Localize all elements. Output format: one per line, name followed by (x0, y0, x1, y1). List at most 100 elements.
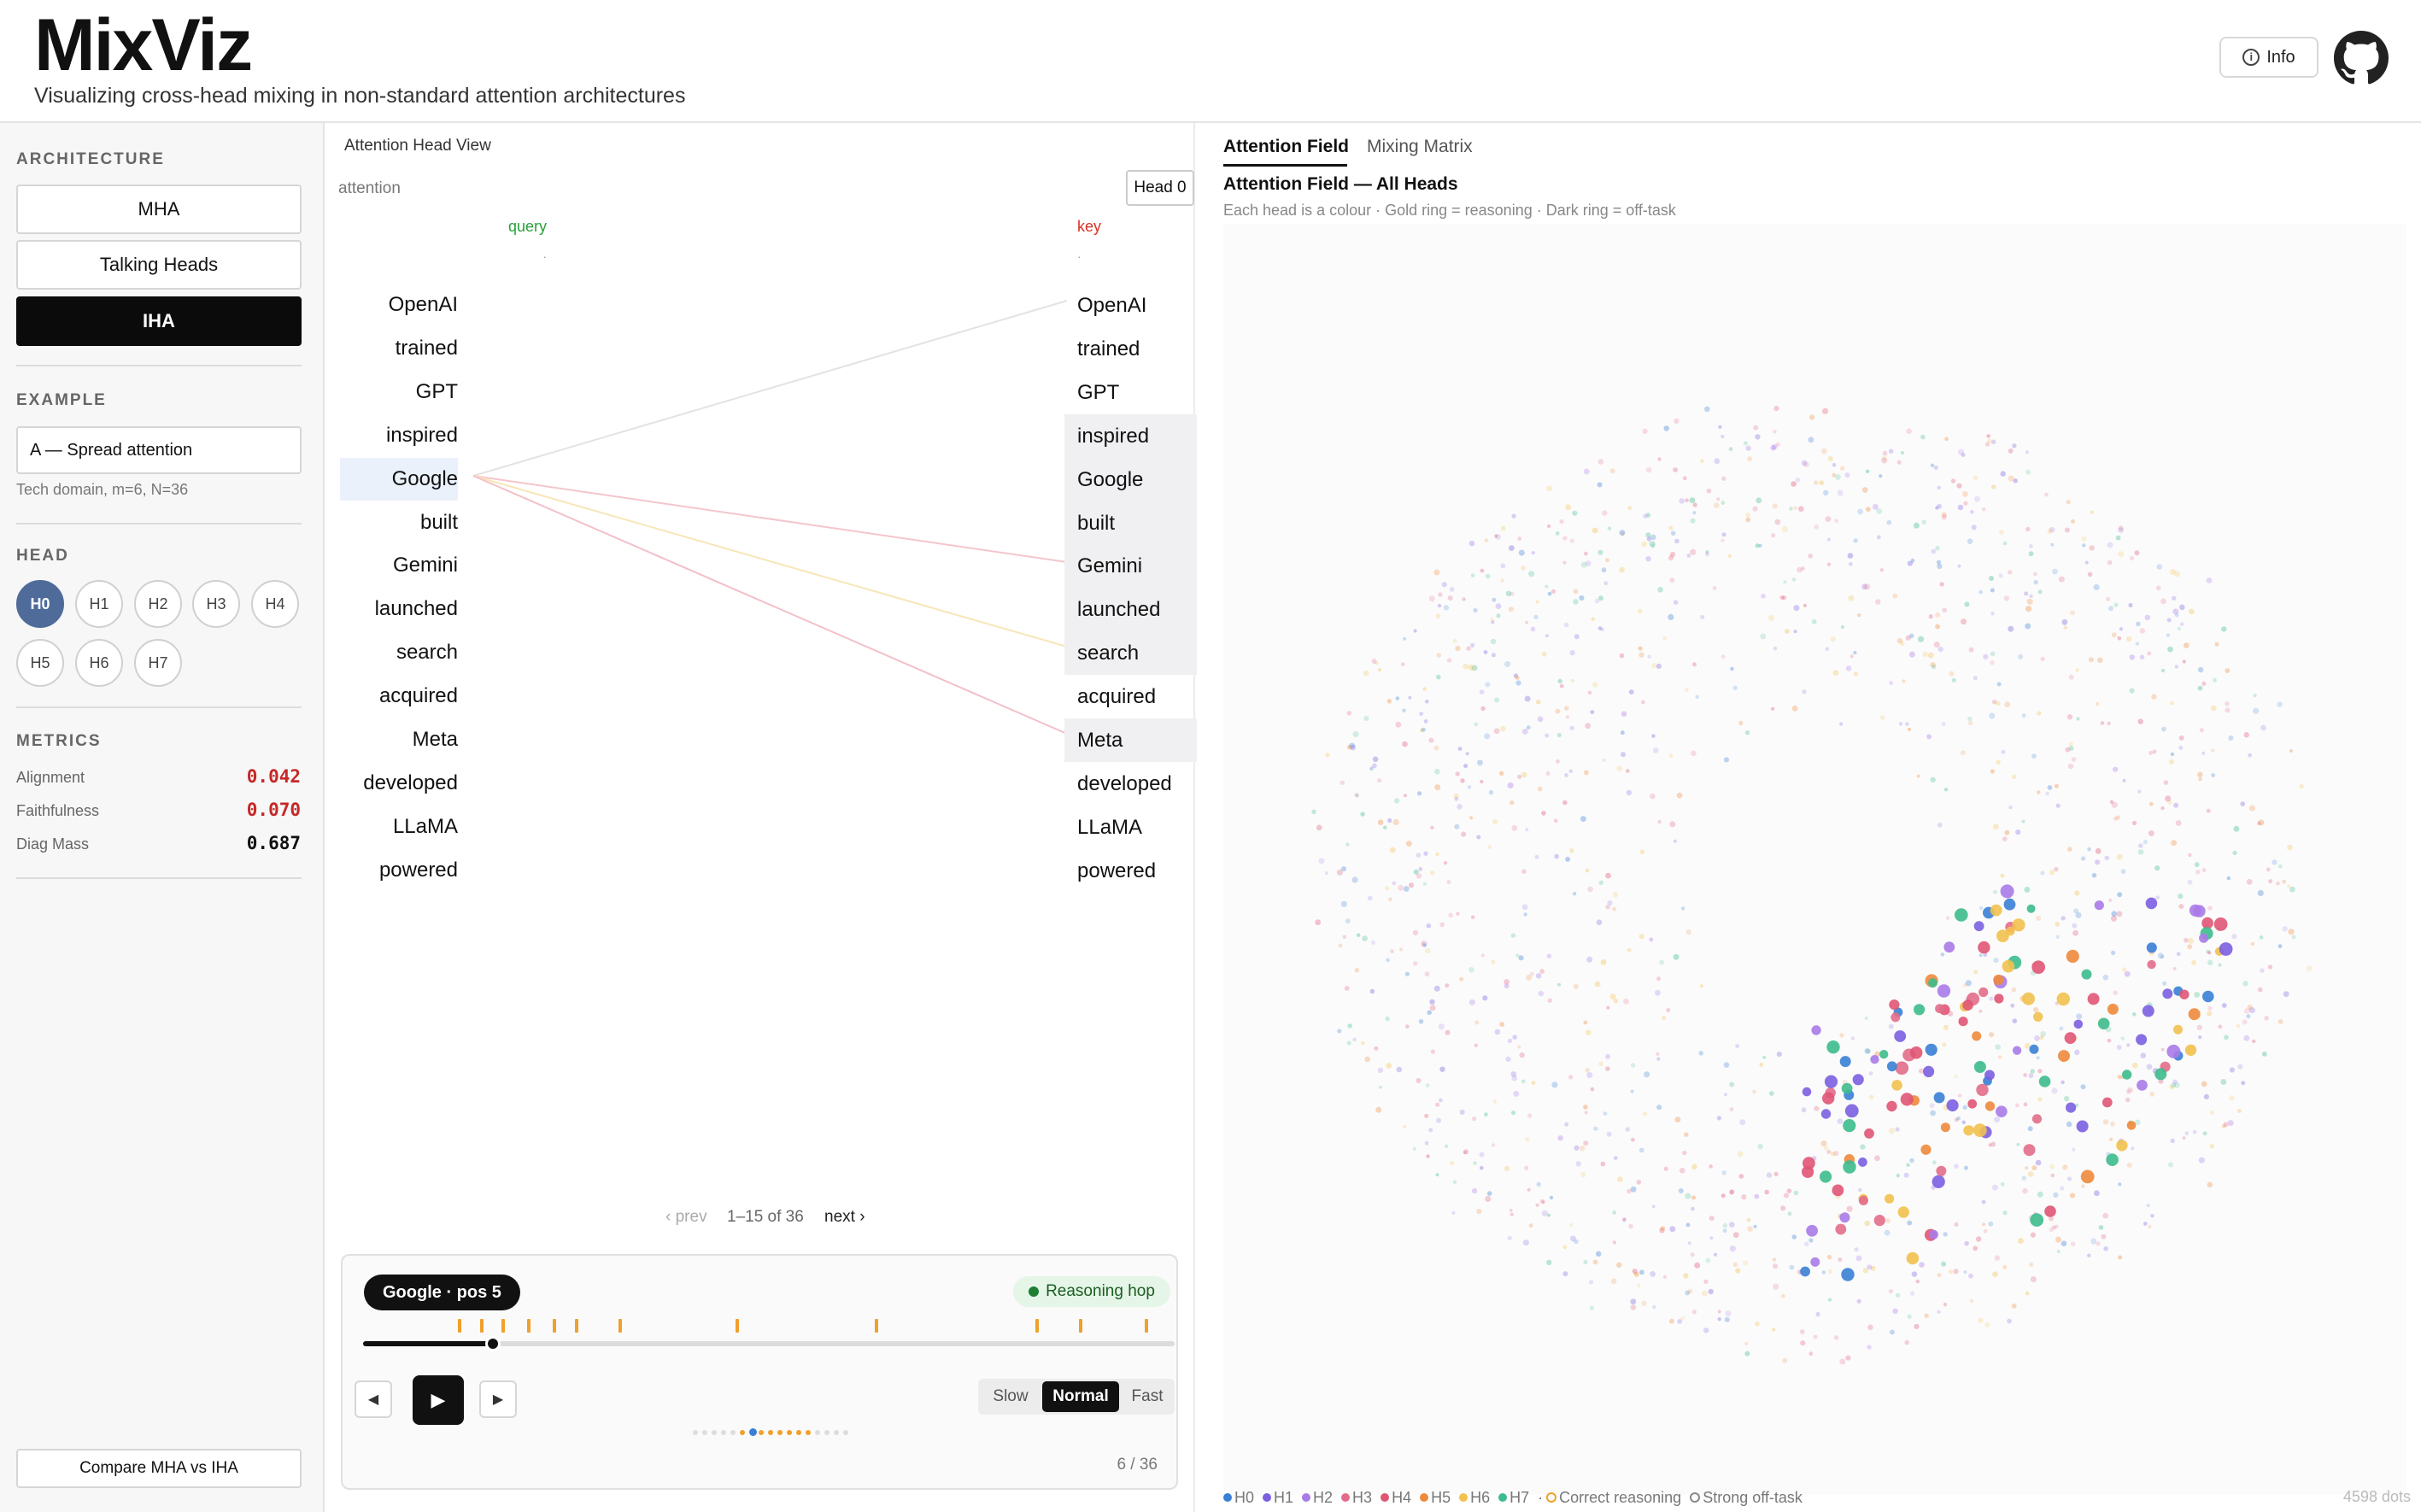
github-icon[interactable] (2334, 31, 2389, 85)
head-button-h6[interactable]: H6 (75, 639, 123, 687)
step-dot[interactable] (843, 1430, 848, 1435)
arch-button-talking-heads[interactable]: Talking Heads (16, 240, 302, 290)
example-section-label: EXAMPLE (16, 391, 107, 409)
field-dot-highlighted (1858, 1157, 1867, 1167)
query-token[interactable]: trained (340, 327, 458, 370)
key-token[interactable]: OpenAI (1064, 284, 1197, 327)
key-token[interactable]: powered (1064, 849, 1197, 893)
query-token[interactable]: launched (340, 588, 458, 630)
speed-slow[interactable]: Slow (981, 1381, 1041, 1412)
head-button-h1[interactable]: H1 (75, 580, 123, 628)
query-token[interactable]: powered (340, 849, 458, 892)
query-token[interactable]: Gemini (340, 544, 458, 587)
field-dot (1425, 700, 1429, 704)
step-dot[interactable] (749, 1428, 757, 1436)
head-button-h7[interactable]: H7 (134, 639, 182, 687)
field-dot (1830, 636, 1836, 642)
step-dot[interactable] (730, 1430, 736, 1435)
query-token[interactable]: built (340, 501, 458, 544)
arch-button-iha[interactable]: IHA (16, 296, 302, 346)
field-dot (1379, 1085, 1383, 1089)
key-token[interactable]: Google (1064, 458, 1197, 501)
field-dot (2178, 904, 2184, 910)
tab-attention-field[interactable]: Attention Field (1223, 137, 1349, 157)
field-dot-highlighted (1870, 1055, 1879, 1064)
field-dot (2013, 478, 2018, 483)
pager-next[interactable]: next › (824, 1208, 865, 1227)
field-dot (1605, 872, 1611, 879)
compare-button[interactable]: Compare MHA vs IHA (16, 1449, 302, 1488)
step-dot[interactable] (777, 1430, 783, 1435)
key-token[interactable]: Meta (1064, 718, 1197, 762)
info-button[interactable]: i Info (2219, 37, 2318, 78)
query-token[interactable]: developed (340, 762, 458, 805)
head-button-h2[interactable]: H2 (134, 580, 182, 628)
step-dot[interactable] (796, 1430, 801, 1435)
example-select[interactable]: A — Spread attention (16, 426, 302, 474)
key-token[interactable]: developed (1064, 762, 1197, 806)
attention-field-canvas[interactable] (1223, 224, 2406, 1495)
metric-name-alignment: Alignment (16, 769, 85, 786)
field-dot (2166, 618, 2172, 623)
key-token[interactable]: search (1064, 631, 1197, 675)
step-dot[interactable] (824, 1430, 829, 1435)
speed-fast[interactable]: Fast (1121, 1381, 1174, 1412)
head-button-h4[interactable]: H4 (251, 580, 299, 628)
key-token[interactable]: built (1064, 501, 1197, 545)
query-token[interactable]: LLaMA (340, 806, 458, 848)
query-token[interactable]: Google (340, 458, 458, 501)
field-dot (2257, 889, 2264, 896)
step-dot[interactable] (702, 1430, 707, 1435)
query-token[interactable]: Meta (340, 718, 458, 761)
key-token[interactable]: GPT (1064, 371, 1197, 414)
step-back-button[interactable]: ◀ (355, 1380, 392, 1418)
key-token[interactable]: Gemini (1064, 544, 1197, 588)
key-token[interactable]: trained (1064, 327, 1197, 371)
field-dot (1942, 607, 1947, 613)
key-token[interactable]: inspired (1064, 414, 1197, 458)
tab-mixing-matrix[interactable]: Mixing Matrix (1367, 137, 1473, 157)
head-button-h0[interactable]: H0 (16, 580, 64, 628)
step-dot[interactable] (806, 1430, 811, 1435)
head-button-h5[interactable]: H5 (16, 639, 64, 687)
step-dot[interactable] (759, 1430, 764, 1435)
step-dot[interactable] (834, 1430, 839, 1435)
field-dot (1791, 1234, 1797, 1239)
head-select[interactable]: Head 0 (1126, 170, 1194, 206)
field-dot (1392, 881, 1397, 886)
step-dot[interactable] (768, 1430, 773, 1435)
query-token[interactable]: inspired (340, 414, 458, 457)
step-dot[interactable] (712, 1430, 717, 1435)
field-dot (1538, 786, 1543, 792)
query-token[interactable]: OpenAI (340, 284, 458, 326)
field-dot (2113, 990, 2118, 995)
step-dot[interactable] (815, 1430, 820, 1435)
key-token[interactable]: launched (1064, 588, 1197, 631)
step-dot[interactable] (740, 1430, 745, 1435)
key-token[interactable]: LLaMA (1064, 806, 1197, 849)
field-dot (2147, 651, 2152, 656)
key-token[interactable]: acquired (1064, 675, 1197, 718)
query-token[interactable]: acquired (340, 675, 458, 718)
field-dot (1651, 663, 1657, 669)
timeline-handle[interactable] (485, 1336, 501, 1351)
step-dot[interactable] (787, 1430, 792, 1435)
pager-prev[interactable]: ‹ prev (665, 1208, 707, 1227)
step-dot[interactable] (693, 1430, 698, 1435)
arch-button-mha[interactable]: MHA (16, 185, 302, 234)
step-forward-button[interactable]: ▶ (479, 1380, 517, 1418)
field-dot (1638, 934, 1644, 940)
field-dot (1433, 745, 1439, 751)
field-dot (2081, 536, 2087, 542)
field-dot (1990, 651, 1996, 657)
play-button[interactable]: ▶ (413, 1375, 464, 1425)
field-dot (2191, 960, 2197, 965)
query-token[interactable]: search (340, 631, 458, 674)
speed-normal[interactable]: Normal (1042, 1381, 1119, 1412)
field-dot (1945, 916, 1950, 921)
field-dot (2148, 1224, 2152, 1229)
query-token[interactable]: GPT (340, 371, 458, 413)
head-button-h3[interactable]: H3 (192, 580, 240, 628)
field-dot (1354, 968, 1360, 973)
step-dot[interactable] (721, 1430, 726, 1435)
